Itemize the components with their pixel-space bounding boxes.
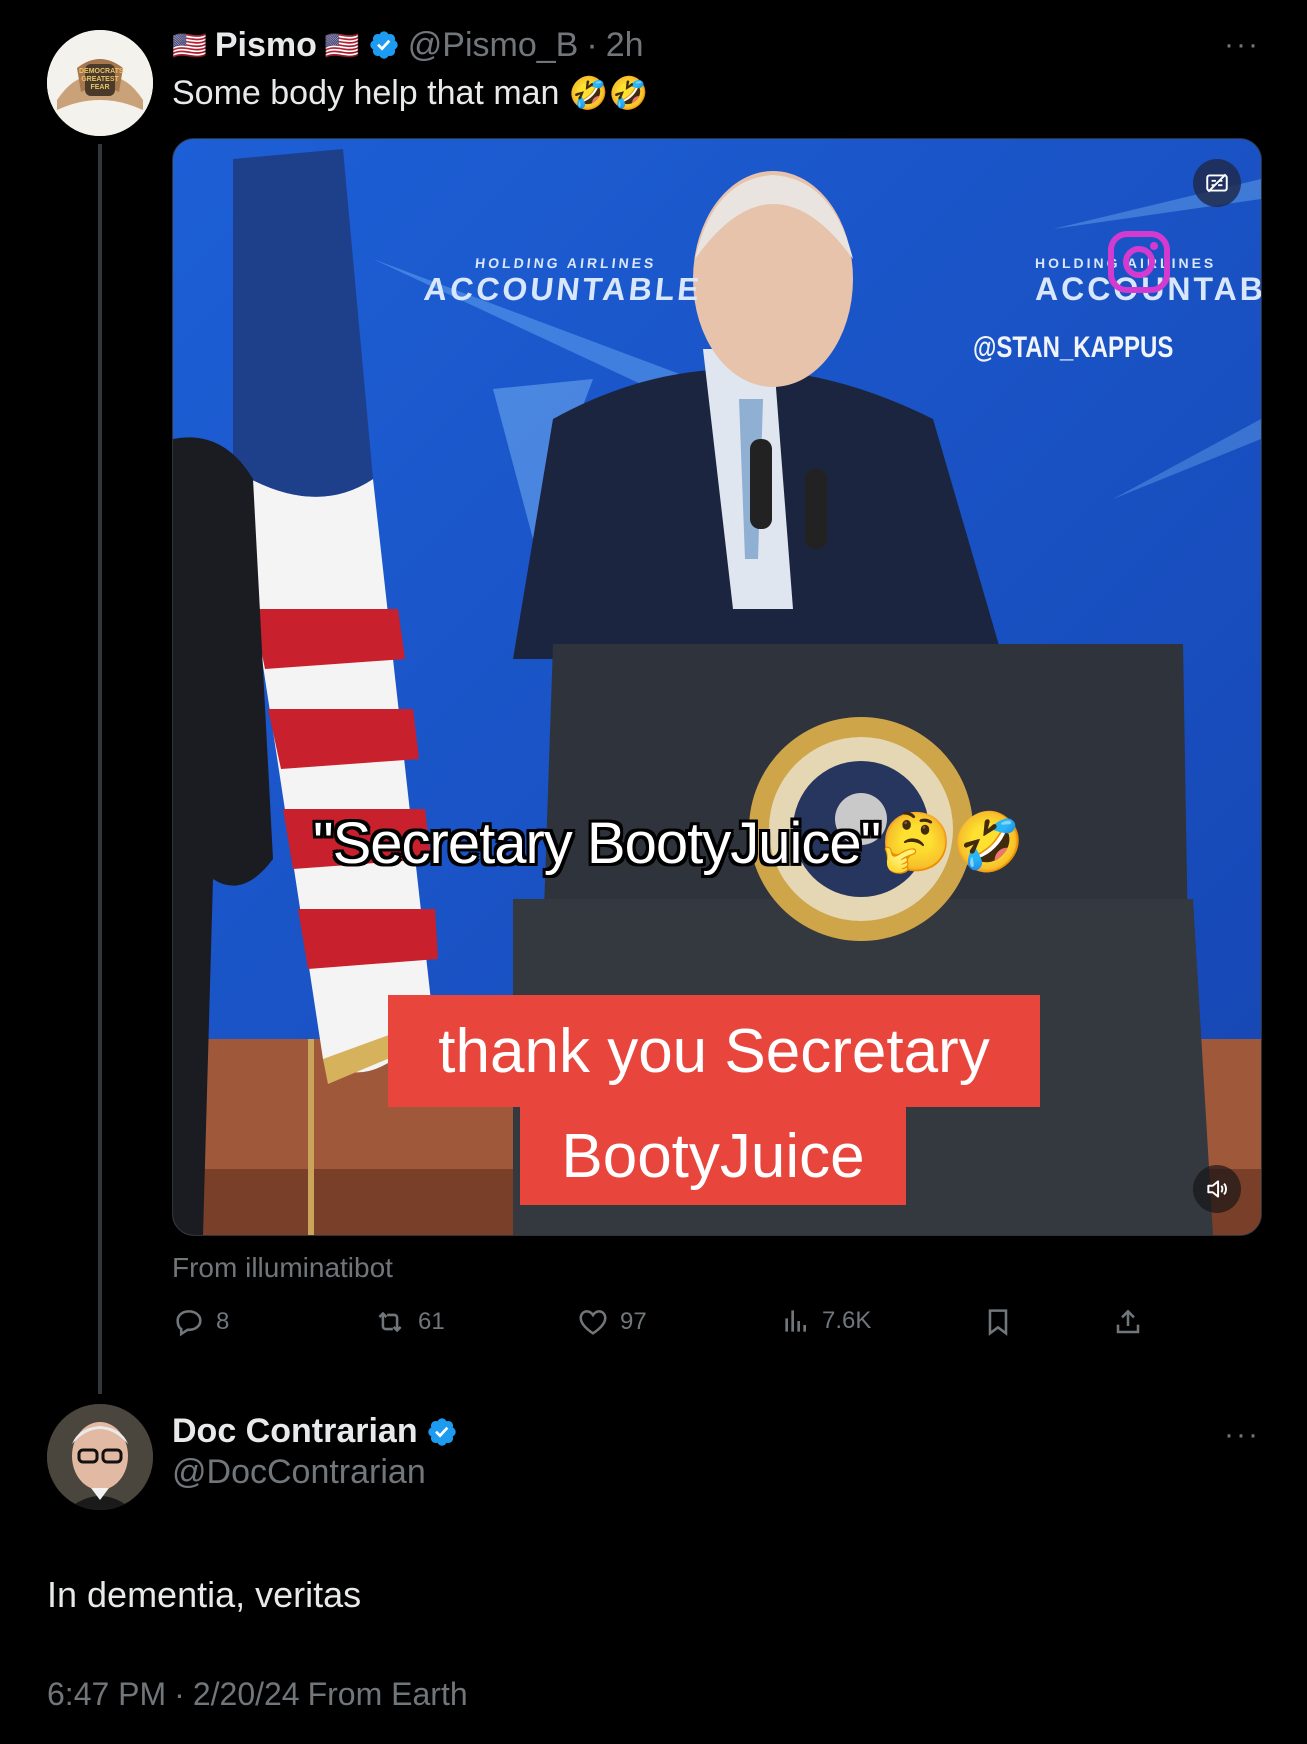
post2-author: Doc Contrarian @DocContrarian <box>172 1412 458 1492</box>
captions-toggle-button[interactable] <box>1193 159 1241 207</box>
post1-header: 🇺🇸 Pismo 🇺🇸 @Pismo_B · 2h <box>172 24 644 66</box>
subtitle-line-1: thank you Secretary <box>438 1016 990 1086</box>
avatar-image <box>47 1404 153 1510</box>
share-button[interactable] <box>1112 1305 1144 1339</box>
avatar-text-2: GREATEST <box>81 76 119 83</box>
speaker-muted-icon <box>1207 1180 1227 1198</box>
banner-left-small: HOLDING AIRLINES <box>474 255 658 271</box>
bookmark-icon <box>988 1309 1008 1336</box>
avatar-text-1: DEMOCRATS <box>79 68 124 75</box>
avatar-text-3: FEAR <box>90 84 110 91</box>
author-name[interactable]: Pismo <box>215 26 317 65</box>
video-caption: "Secretary BootyJuice" 🤔🤣 <box>313 809 1025 877</box>
repost-icon <box>378 1311 402 1333</box>
verified-badge-icon <box>426 1416 458 1448</box>
avatar-pismo[interactable]: DEMOCRATS GREATEST FEAR <box>47 30 153 136</box>
flag-emoji-right: 🇺🇸 <box>324 29 360 61</box>
views-count: 7.6K <box>822 1307 872 1334</box>
reply-icon <box>176 1310 202 1337</box>
caption-quote: "Secretary BootyJuice" <box>313 810 881 876</box>
post1-text: Some body help that man 🤣🤣 <box>172 74 649 113</box>
views-icon <box>785 1310 806 1332</box>
share-icon <box>1116 1309 1140 1334</box>
post-text: Some body help that man <box>172 74 560 112</box>
reply-button[interactable]: 8 <box>172 1305 229 1339</box>
views-button[interactable]: 7.6K <box>780 1305 871 1337</box>
flag-emoji-left: 🇺🇸 <box>172 29 207 61</box>
banner-left-main: ACCOUNTABLE <box>422 271 704 307</box>
media-source[interactable]: From illuminatibot <box>172 1252 393 1284</box>
post-time[interactable]: 6:47 PM <box>47 1676 166 1713</box>
subtitle-box-2: BootyJuice <box>520 1107 906 1205</box>
laughing-emoji: 🤣🤣 <box>568 75 649 111</box>
captions-off-icon <box>1206 173 1228 193</box>
repost-count: 61 <box>418 1308 445 1335</box>
time-separator: · <box>586 25 598 64</box>
banner-left: HOLDING AIRLINES ACCOUNTABLE <box>422 255 705 308</box>
post2-text: In dementia, veritas <box>47 1574 362 1615</box>
thread-line <box>98 144 102 1394</box>
watermark-handle: @STAN_KAPPUS <box>973 331 1174 364</box>
subtitle-line-2: BootyJuice <box>561 1121 865 1191</box>
post-date[interactable]: 2/20/24 <box>193 1676 300 1713</box>
author-handle[interactable]: @Pismo_B <box>408 26 579 65</box>
caption-emoji: 🤔🤣 <box>880 810 1025 875</box>
meta-separator: · <box>174 1676 185 1712</box>
more-options-icon[interactable]: ··· <box>1224 28 1260 62</box>
video-media[interactable]: HOLDING AIRLINES ACCOUNTABLE HOLDING AIR… <box>172 138 1262 1236</box>
avatar-doc-contrarian[interactable] <box>47 1404 153 1510</box>
unmute-button[interactable] <box>1193 1165 1241 1213</box>
post-time[interactable]: 2h <box>606 26 644 65</box>
author-name[interactable]: Doc Contrarian <box>172 1412 418 1451</box>
reply-count: 8 <box>216 1308 230 1335</box>
more-options-icon[interactable]: ··· <box>1224 1418 1260 1452</box>
instagram-icon <box>1108 231 1170 298</box>
post2-meta: 6:47 PM · 2/20/24 From Earth <box>47 1676 468 1713</box>
bookmark-button[interactable] <box>982 1305 1014 1339</box>
repost-button[interactable]: 61 <box>372 1305 445 1339</box>
heart-icon <box>579 1310 607 1335</box>
author-handle[interactable]: @DocContrarian <box>172 1453 458 1492</box>
like-button[interactable]: 97 <box>576 1305 647 1339</box>
post-source: From Earth <box>307 1676 468 1712</box>
verified-badge-icon <box>368 29 400 61</box>
like-count: 97 <box>620 1308 647 1335</box>
subtitle-box-1: thank you Secretary <box>388 995 1040 1107</box>
